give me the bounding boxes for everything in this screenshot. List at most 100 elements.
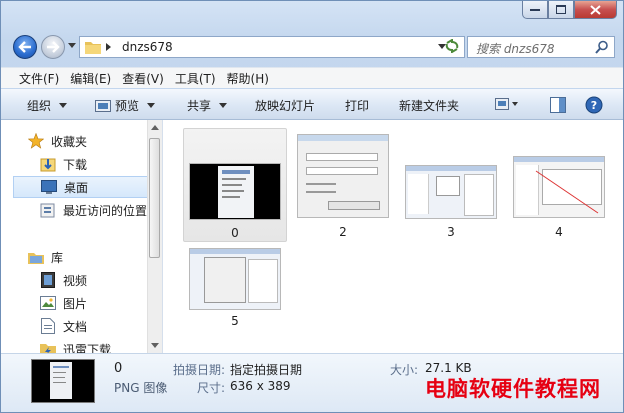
nav-documents[interactable]: 文档	[39, 315, 162, 337]
size-key: 大小:	[390, 363, 419, 377]
selected-file-thumbnail	[31, 359, 95, 403]
address-bar[interactable]: dnzs678	[79, 36, 465, 58]
file-list: 0 2 3 4 5	[163, 120, 623, 353]
preview-pane-icon[interactable]	[550, 97, 566, 113]
svg-text:?: ?	[591, 99, 597, 112]
file-label: 0	[231, 226, 239, 240]
scroll-up-arrow[interactable]	[151, 125, 159, 130]
view-options-icon[interactable]	[495, 98, 519, 112]
menu-help[interactable]: 帮助(H)	[221, 70, 274, 87]
refresh-button[interactable]	[441, 37, 463, 55]
slideshow-prefix: 放映	[255, 99, 280, 113]
organize-dropdown-icon	[59, 103, 68, 108]
address-path[interactable]: dnzs678	[122, 40, 173, 54]
window-controls	[522, 1, 617, 19]
address-row: dnzs678 搜索 dnzs678	[1, 32, 623, 62]
new-folder-button[interactable]: 新建文件夹	[399, 97, 459, 114]
file-item[interactable]: 2	[291, 128, 395, 242]
menu-file[interactable]: 文件(F)	[13, 70, 64, 87]
command-bar: 组织 预览 共享 放映 幻灯片 打印 新建文件夹 ?	[1, 89, 623, 120]
libraries-icon	[28, 253, 44, 264]
date-taken-value[interactable]: 指定拍摄日期	[230, 361, 302, 378]
menu-tools[interactable]: 工具(T)	[169, 70, 221, 87]
preview-button[interactable]: 预览	[95, 97, 156, 114]
search-box[interactable]: 搜索 dnzs678	[467, 36, 615, 58]
recent-places-icon	[40, 203, 55, 218]
navigation-pane: 收藏夹 下载 桌面 最近访问的位置 库 视频 图片 文档 迅雷下载	[1, 120, 163, 353]
minimize-button[interactable]	[522, 1, 548, 19]
site-watermark: 电脑软硬件教程网	[425, 376, 601, 401]
nav-libraries[interactable]: 库	[27, 246, 162, 268]
nav-thunder-downloads-label: 迅雷下载	[63, 342, 112, 354]
nav-libraries-label: 库	[51, 250, 64, 265]
maximize-button[interactable]	[548, 1, 574, 19]
close-button[interactable]	[574, 1, 617, 19]
thunder-folder-icon	[40, 344, 56, 353]
forward-button[interactable]	[41, 35, 65, 59]
preview-label: 预览	[115, 99, 140, 113]
refresh-icon	[445, 39, 459, 53]
nav-recent[interactable]: 最近访问的位置	[39, 199, 151, 221]
organize-label: 组织	[27, 99, 52, 113]
nav-desktop-label: 桌面	[64, 180, 89, 195]
print-button[interactable]: 打印	[345, 97, 369, 114]
organize-button[interactable]: 组织	[27, 97, 68, 114]
help-icon[interactable]: ?	[585, 96, 603, 114]
maximize-icon	[556, 5, 566, 14]
file-label: 2	[339, 225, 347, 239]
scroll-down-arrow[interactable]	[151, 343, 159, 348]
picture-icon	[40, 296, 56, 310]
new-folder-label: 新建文件夹	[399, 99, 460, 113]
star-icon	[28, 133, 44, 149]
share-dropdown-icon	[219, 103, 228, 108]
menu-bar: 文件(F) 编辑(E) 查看(V) 工具(T) 帮助(H)	[1, 67, 623, 88]
nav-recent-label: 最近访问的位置	[63, 203, 148, 218]
back-arrow-icon	[18, 41, 31, 53]
slideshow-button[interactable]: 放映 幻灯片	[255, 97, 315, 114]
menu-view[interactable]: 查看(V)	[116, 70, 169, 87]
downloads-folder-icon	[40, 158, 56, 172]
nav-thunder-downloads[interactable]: 迅雷下载	[39, 338, 162, 354]
recent-pages-icon[interactable]	[68, 43, 76, 49]
nav-pictures[interactable]: 图片	[39, 292, 162, 314]
selected-file-name: 0	[114, 361, 123, 376]
close-icon	[590, 4, 601, 15]
file-thumbnail	[189, 163, 281, 220]
file-item[interactable]: 3	[399, 128, 503, 242]
nav-videos-label: 视频	[63, 273, 88, 288]
file-label: 4	[555, 225, 563, 239]
nav-downloads-label: 下载	[63, 157, 88, 172]
selected-file-type: PNG 图像	[114, 381, 168, 395]
date-taken-key: 拍摄日期:	[173, 363, 226, 377]
preview-dropdown-icon	[147, 103, 156, 108]
nav-favorites[interactable]: 收藏夹	[27, 130, 162, 152]
nav-favorites-label: 收藏夹	[51, 134, 88, 149]
dimensions-value: 636 x 389	[230, 379, 291, 393]
file-item[interactable]: 5	[183, 242, 287, 330]
nav-documents-label: 文档	[63, 319, 88, 334]
back-button[interactable]	[13, 35, 37, 59]
dimensions-key: 尺寸:	[197, 381, 226, 395]
scrollbar-thumb[interactable]	[149, 138, 160, 258]
print-label: 打印	[345, 99, 370, 113]
desktop-icon	[41, 180, 57, 194]
navigation-scrollbar[interactable]	[147, 120, 162, 353]
video-icon	[41, 272, 55, 288]
file-label: 5	[231, 314, 239, 328]
nav-desktop[interactable]: 桌面	[13, 176, 151, 198]
file-item[interactable]: 0	[183, 128, 287, 242]
search-placeholder: 搜索 dnzs678	[476, 42, 555, 56]
share-button[interactable]: 共享	[187, 97, 228, 114]
breadcrumb-separator-icon[interactable]	[106, 43, 112, 51]
menu-edit[interactable]: 编辑(E)	[64, 70, 116, 87]
file-label: 3	[447, 225, 455, 239]
nav-downloads[interactable]: 下载	[39, 153, 162, 175]
file-item[interactable]: 4	[507, 128, 611, 242]
search-icon[interactable]	[595, 40, 609, 54]
nav-videos[interactable]: 视频	[39, 269, 162, 291]
explorer-window: dnzs678 搜索 dnzs678 文件(F) 编辑(E) 查看(V) 工具(…	[0, 0, 624, 413]
file-thumbnail	[513, 156, 605, 218]
folder-icon	[85, 42, 101, 54]
share-label: 共享	[187, 99, 212, 113]
file-thumbnail	[405, 165, 497, 219]
